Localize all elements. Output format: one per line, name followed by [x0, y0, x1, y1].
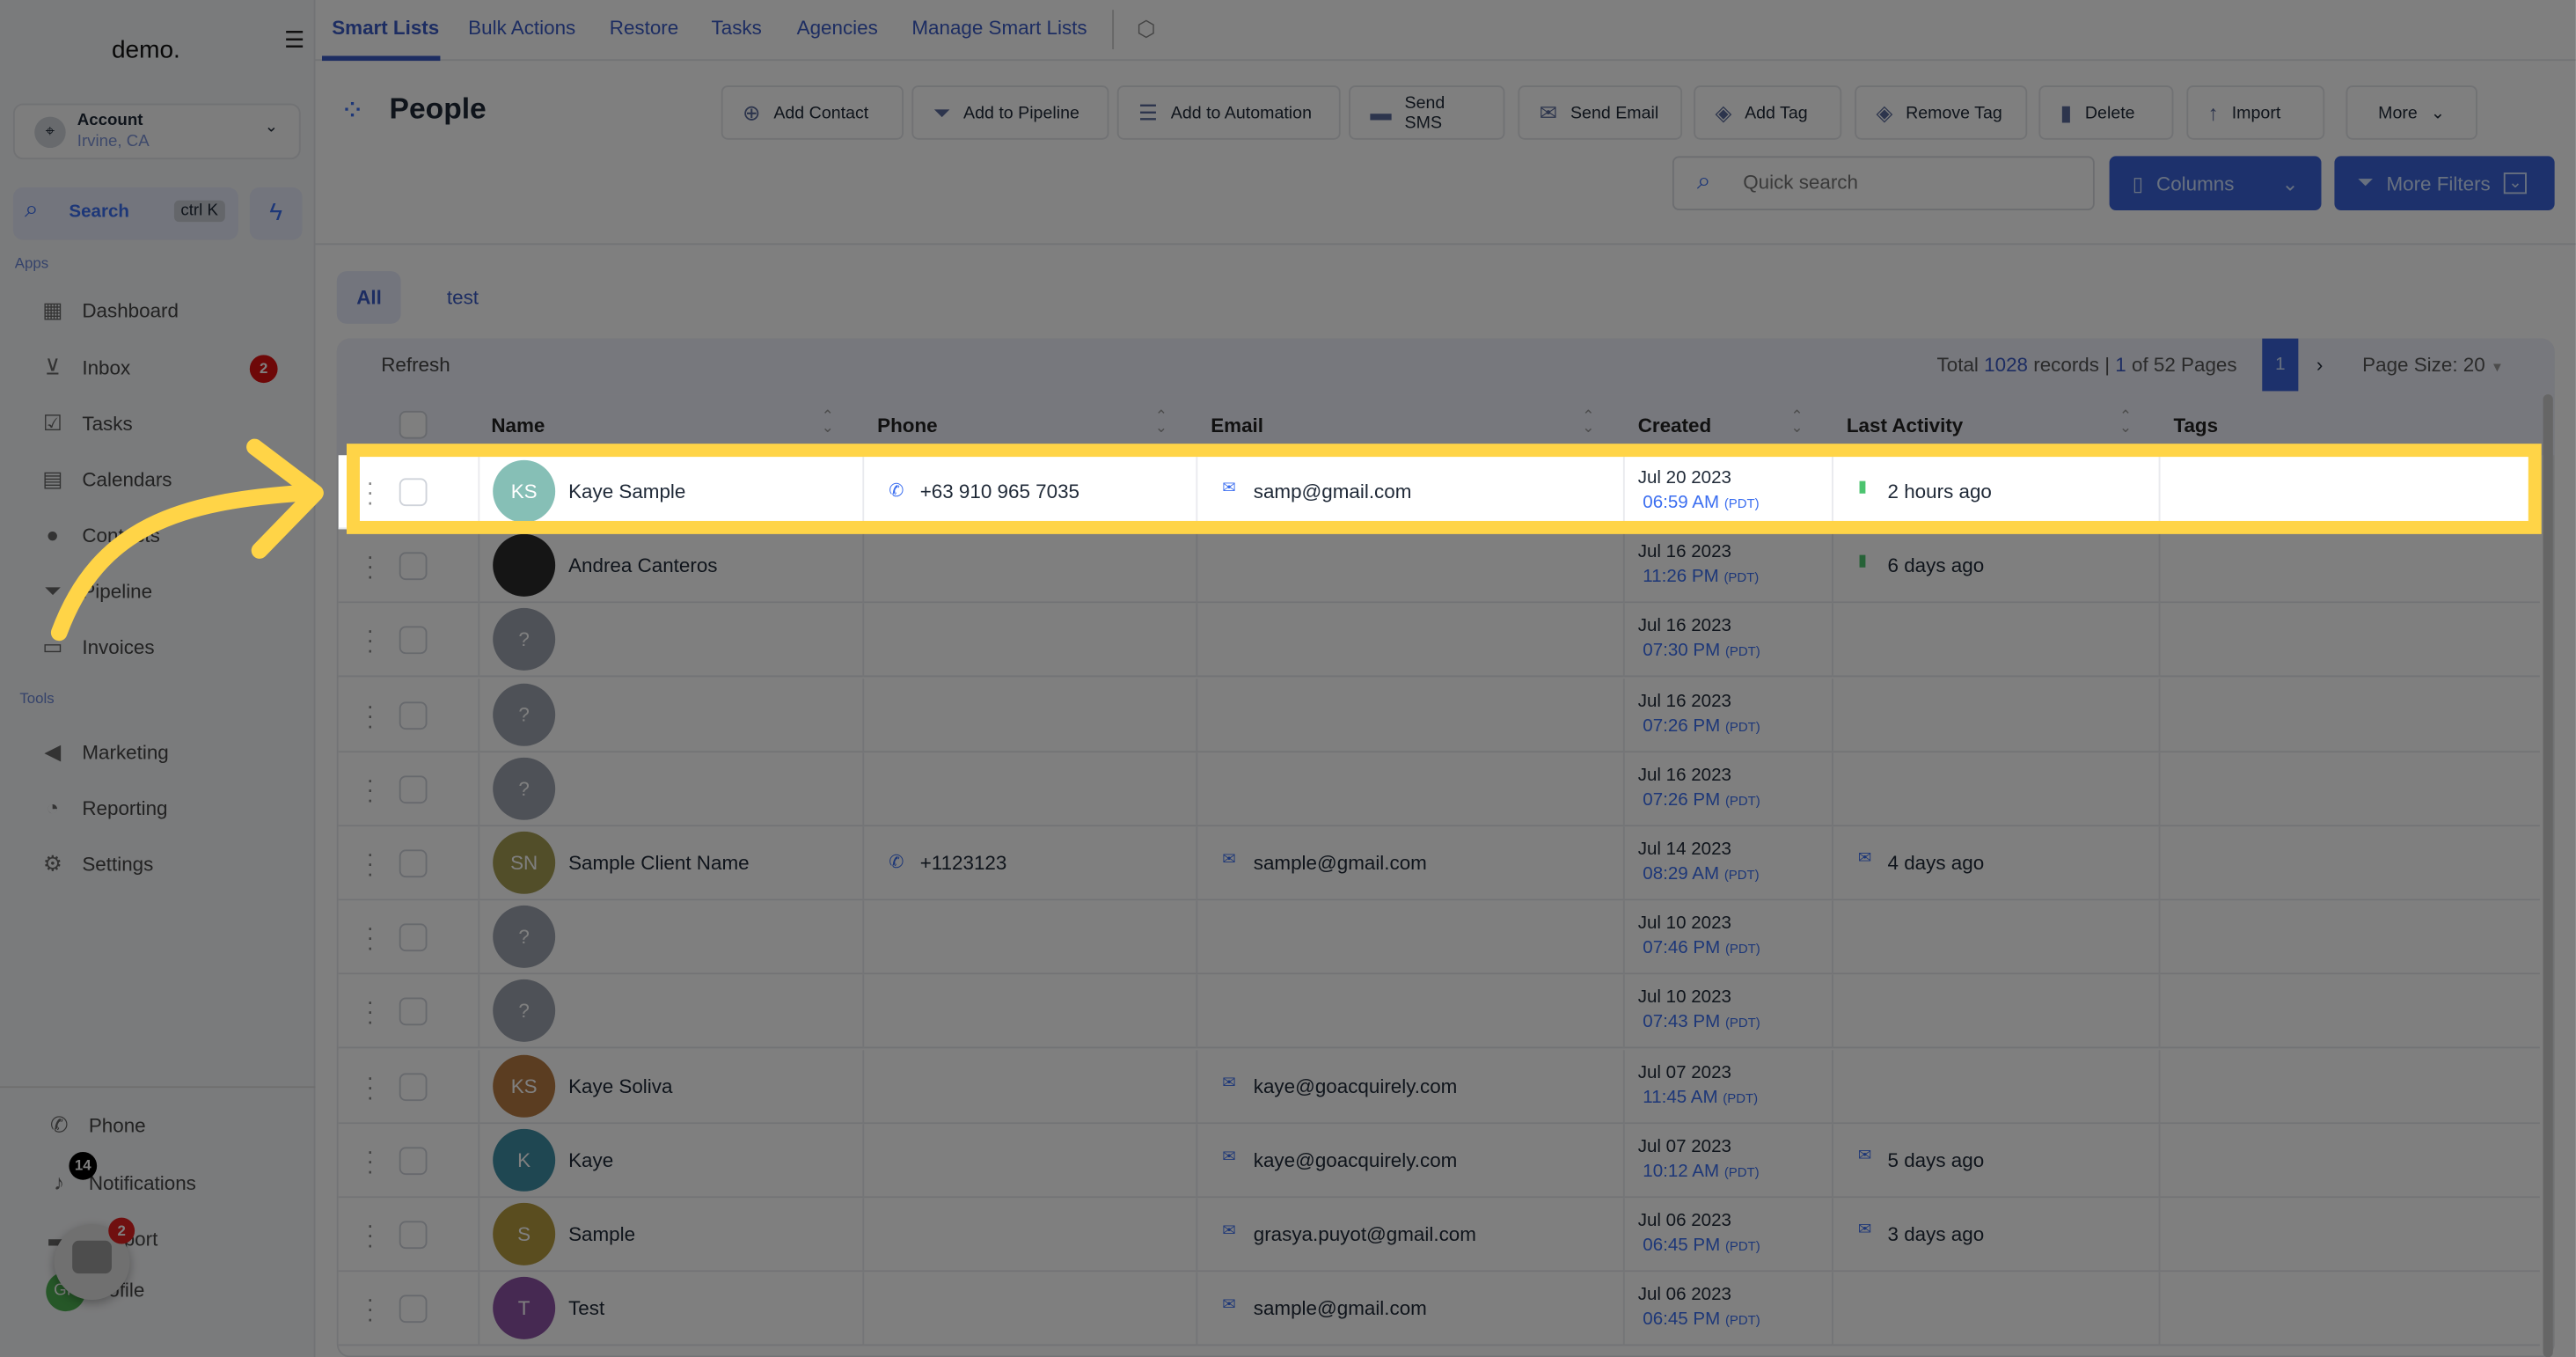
divider	[862, 455, 865, 530]
divider	[1622, 455, 1625, 530]
sms-icon: ▮	[1857, 478, 1868, 496]
contact-phone[interactable]: +63 910 965 7035	[920, 480, 1079, 502]
divider	[478, 455, 480, 530]
last-activity: 2 hours ago	[1887, 480, 1992, 503]
phone-icon: ✆	[889, 481, 904, 502]
divider	[1196, 455, 1198, 530]
pointer-arrow-icon	[50, 438, 324, 642]
contact-name[interactable]: Kaye Sample	[568, 480, 685, 502]
contact-email[interactable]: samp@gmail.com	[1254, 480, 1412, 502]
avatar: KS	[493, 459, 556, 523]
divider	[2158, 455, 2161, 530]
email-icon: ✉	[1222, 480, 1236, 498]
created-date: Jul 20 2023	[1637, 468, 1731, 488]
app-root: demo. ☰ ⌖ Account Irvine, CA ⌄ ⌕ Search …	[0, 0, 2576, 1357]
table-row[interactable]: · · · KS Kaye Sample ✆ +63 910 965 7035 ✉ samp…	[338, 455, 2540, 530]
table-scrollbar[interactable]	[2543, 394, 2553, 1357]
created-time: 06:59 AM (PDT)	[1643, 493, 1760, 513]
divider	[1832, 455, 1833, 530]
